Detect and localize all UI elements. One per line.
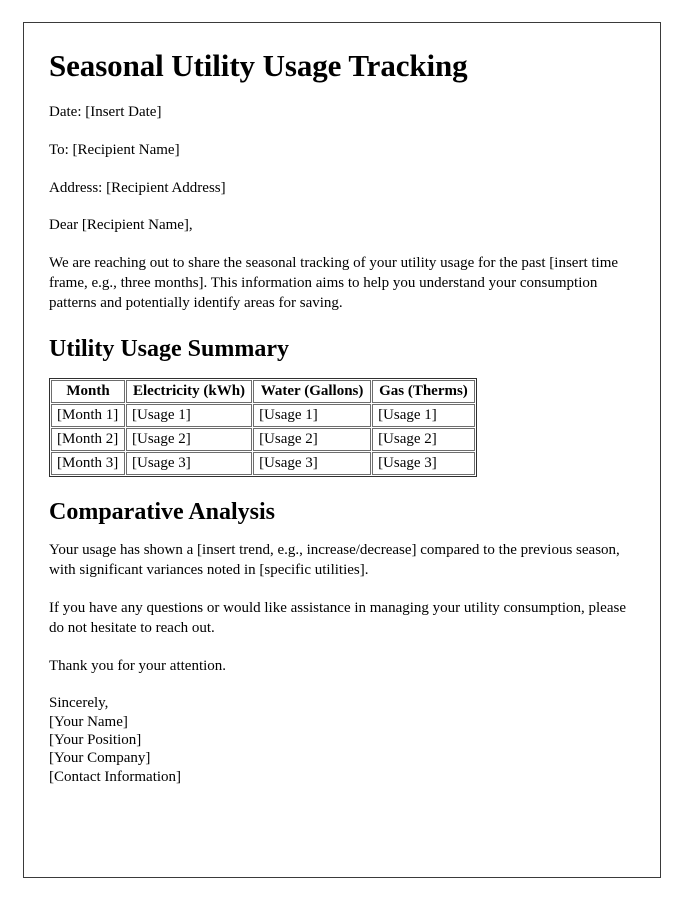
document-page: Seasonal Utility Usage Tracking Date: [I…	[23, 22, 661, 878]
section-heading-utility-usage-summary: Utility Usage Summary	[49, 335, 289, 362]
cell-month: [Month 1]	[51, 404, 125, 428]
analysis-paragraph-trend: Your usage has shown a [insert trend, e.…	[49, 542, 620, 579]
cell-water: [Usage 2]	[253, 428, 372, 452]
cell-month: [Month 2]	[51, 428, 125, 452]
table-header-row: Month Electricity (kWh) Water (Gallons) …	[51, 380, 475, 404]
cell-gas: [Usage 3]	[372, 452, 475, 476]
signature-your-company: [Your Company]	[49, 750, 151, 767]
cell-gas: [Usage 1]	[372, 404, 475, 428]
field-date: Date: [Insert Date]	[49, 104, 162, 121]
cell-electricity: [Usage 1]	[126, 404, 253, 428]
column-header-electricity: Electricity (kWh)	[126, 380, 253, 404]
signature-contact-information: [Contact Information]	[49, 768, 182, 785]
cell-water: [Usage 3]	[253, 452, 372, 476]
intro-paragraph: We are reaching out to share the seasona…	[49, 255, 619, 311]
table-row: [Month 1] [Usage 1] [Usage 1] [Usage 1]	[51, 404, 475, 428]
cell-water: [Usage 1]	[253, 404, 372, 428]
page-title: Seasonal Utility Usage Tracking	[49, 48, 468, 83]
field-recipient-address: Address: [Recipient Address]	[49, 179, 226, 196]
field-recipient-name: To: [Recipient Name]	[49, 141, 180, 158]
cell-month: [Month 3]	[51, 452, 125, 476]
table-row: [Month 3] [Usage 3] [Usage 3] [Usage 3]	[51, 452, 475, 476]
column-header-gas: Gas (Therms)	[372, 380, 475, 404]
cell-gas: [Usage 2]	[372, 428, 475, 452]
document-body: Seasonal Utility Usage Tracking Date: [I…	[24, 23, 660, 786]
cell-electricity: [Usage 3]	[126, 452, 253, 476]
column-header-month: Month	[51, 380, 125, 404]
table-row: [Month 2] [Usage 2] [Usage 2] [Usage 2]	[51, 428, 475, 452]
analysis-paragraph-assistance: If you have any questions or would like …	[49, 600, 626, 636]
signature-block: Sincerely, [Your Name] [Your Position] […	[49, 694, 636, 785]
signature-closing: Sincerely,	[49, 695, 109, 712]
column-header-water: Water (Gallons)	[253, 380, 372, 404]
salutation: Dear [Recipient Name],	[49, 217, 193, 234]
usage-table-wrapper: Month Electricity (kWh) Water (Gallons) …	[49, 378, 636, 478]
analysis-paragraph-thanks: Thank you for your attention.	[49, 657, 227, 674]
signature-your-position: [Your Position]	[49, 732, 142, 749]
signature-your-name: [Your Name]	[49, 713, 128, 730]
cell-electricity: [Usage 2]	[126, 428, 253, 452]
section-heading-comparative-analysis: Comparative Analysis	[49, 499, 276, 526]
utility-usage-table: Month Electricity (kWh) Water (Gallons) …	[49, 378, 477, 478]
